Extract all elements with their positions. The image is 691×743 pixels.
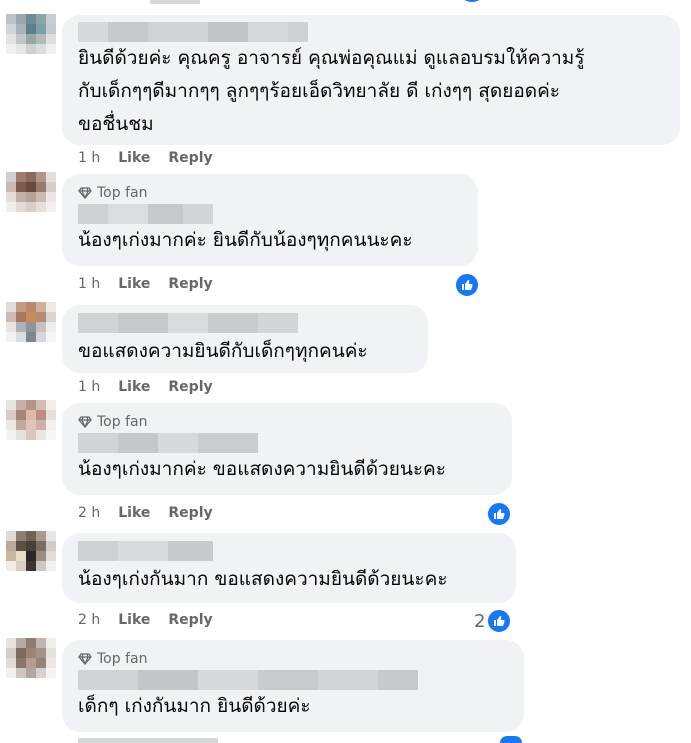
comment-text: เด็กๆ เก่งกันมาก ยินดีด้วยค่ะ xyxy=(78,695,311,717)
timestamp[interactable]: 1 h xyxy=(78,274,100,294)
like-button[interactable]: Like xyxy=(118,148,150,168)
diamond-icon xyxy=(78,187,92,199)
comment-text: ยินดีด้วยค่ะ คุณครู อาจารย์ คุณพ่อคุณแม่… xyxy=(78,47,585,135)
comment-bubble: Top fan น้องๆเก่งมากค่ะ ขอแสดงความยินดีด… xyxy=(62,403,512,495)
comment-bubble: ยินดีด้วยค่ะ คุณครู อาจารย์ คุณพ่อคุณแม่… xyxy=(62,15,680,145)
blurred-author-name[interactable] xyxy=(78,433,498,453)
reply-button[interactable]: Reply xyxy=(168,503,212,523)
thumbs-up-icon xyxy=(486,608,513,634)
next-comment-remnant xyxy=(78,738,218,743)
like-button[interactable]: Like xyxy=(118,610,150,630)
avatar[interactable] xyxy=(6,302,56,342)
blurred-author-name[interactable] xyxy=(78,22,666,42)
reply-button[interactable]: Reply xyxy=(168,377,212,397)
timestamp[interactable]: 1 h xyxy=(78,377,100,397)
like-button[interactable]: Like xyxy=(118,503,150,523)
top-fan-badge: Top fan xyxy=(78,184,464,202)
comment-bubble: Top fan เด็กๆ เก่งกันมาก ยินดีด้วยค่ะ xyxy=(62,640,524,732)
comment-actions: 1 h Like Reply xyxy=(78,148,231,168)
thumbs-up-icon xyxy=(454,272,480,298)
avatar[interactable] xyxy=(6,531,56,571)
like-button[interactable]: Like xyxy=(118,377,150,397)
top-fan-badge: Top fan xyxy=(78,413,498,431)
reply-button[interactable]: Reply xyxy=(168,148,212,168)
like-button[interactable]: Like xyxy=(118,274,150,294)
comment-bubble: น้องๆเก่งกันมาก ขอแสดงความยินดีด้วยนะคะ xyxy=(62,533,516,603)
thumbs-up-icon xyxy=(486,501,512,527)
reaction-summary[interactable]: 2 xyxy=(474,608,513,634)
comment-actions: 2 h Like Reply xyxy=(78,610,231,630)
top-fan-label: Top fan xyxy=(97,414,148,430)
blurred-author-name[interactable] xyxy=(78,204,464,224)
top-fan-label: Top fan xyxy=(97,185,148,201)
reply-button[interactable]: Reply xyxy=(168,610,212,630)
reaction-count: 2 xyxy=(474,610,486,632)
avatar[interactable] xyxy=(6,172,56,212)
comment-bubble: Top fan น้องๆเก่งมากค่ะ ยินดีกับน้องๆทุก… xyxy=(62,174,478,266)
timestamp[interactable]: 2 h xyxy=(78,610,100,630)
diamond-icon xyxy=(78,416,92,428)
next-reaction-remnant xyxy=(500,736,522,743)
reaction-summary[interactable] xyxy=(486,501,512,527)
comment-bubble: ขอแสดงความยินดีกับเด็กๆทุกคนค่ะ xyxy=(62,305,428,373)
avatar[interactable] xyxy=(6,14,56,54)
comment-actions: 2 h Like Reply xyxy=(78,503,231,523)
comment-text: น้องๆเก่งกันมาก ขอแสดงความยินดีด้วยนะคะ xyxy=(78,568,448,590)
blurred-author-name[interactable] xyxy=(78,670,510,690)
comment-text: น้องๆเก่งมากค่ะ ขอแสดงความยินดีด้วยนะคะ xyxy=(78,458,446,480)
diamond-icon xyxy=(78,653,92,665)
avatar[interactable] xyxy=(6,400,56,440)
comment-actions: 1 h Like Reply xyxy=(78,377,231,397)
comment-text: ขอแสดงความยินดีกับเด็กๆทุกคนค่ะ xyxy=(78,340,368,362)
top-fan-badge: Top fan xyxy=(78,650,510,668)
comment-actions: 1 h Like Reply xyxy=(78,274,231,294)
timestamp[interactable]: 1 h xyxy=(78,148,100,168)
top-fan-label: Top fan xyxy=(97,651,148,667)
blurred-author-name[interactable] xyxy=(78,541,502,561)
comment-text: น้องๆเก่งมากค่ะ ยินดีกับน้องๆทุกคนนะคะ xyxy=(78,229,413,251)
timestamp[interactable]: 2 h xyxy=(78,503,100,523)
reaction-summary[interactable] xyxy=(454,272,480,298)
blurred-author-name[interactable] xyxy=(78,313,414,333)
avatar[interactable] xyxy=(6,638,56,678)
reply-button[interactable]: Reply xyxy=(168,274,212,294)
